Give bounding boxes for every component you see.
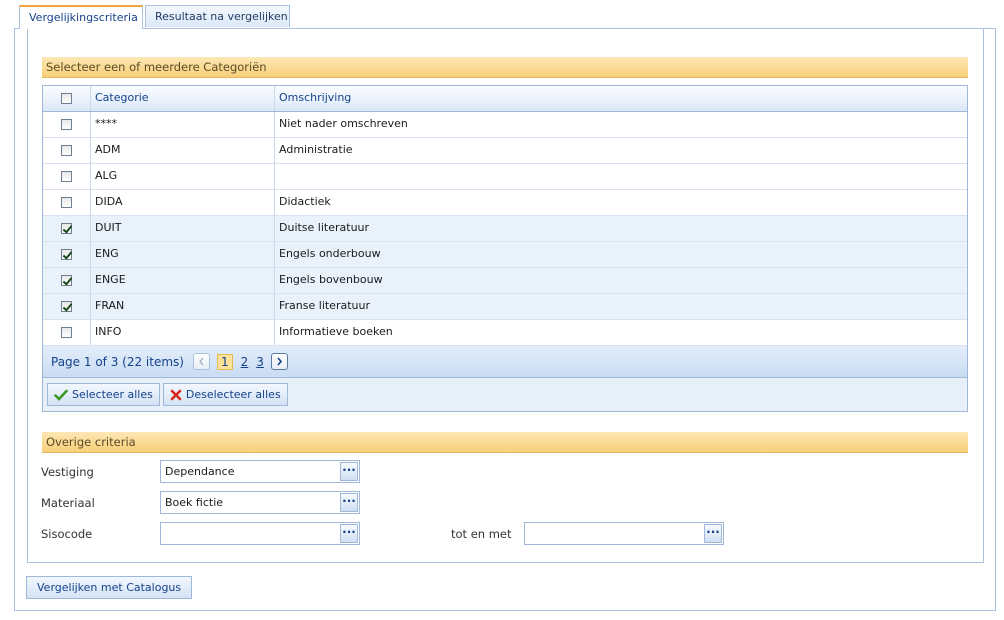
table-row[interactable]: ALG [43, 164, 967, 190]
row-checkbox[interactable] [61, 275, 72, 286]
category-code: ENGE [91, 268, 275, 293]
select-all-button[interactable]: Selecteer alles [47, 383, 160, 406]
tab-vergelijkingscriteria[interactable]: Vergelijkingscriteria [19, 5, 143, 29]
categories-section-header: Selecteer een of meerdere Categoriën [42, 57, 968, 78]
row-checkbox[interactable] [61, 249, 72, 260]
vestiging-value: Dependance [165, 465, 235, 478]
row-checkbox[interactable] [61, 301, 72, 312]
category-code: ENG [91, 242, 275, 267]
category-description: Administratie [279, 143, 353, 156]
chevron-left-icon [199, 357, 204, 366]
vestiging-label: Vestiging [41, 465, 94, 479]
pager-next-button[interactable] [270, 353, 288, 370]
vestiging-combo[interactable]: Dependance ... [160, 460, 360, 483]
sisocode-from-combo[interactable]: ... [160, 522, 360, 545]
category-code: ADM [91, 138, 275, 163]
deselect-all-button[interactable]: Deselecteer alles [162, 383, 288, 406]
category-description: Franse literatuur [279, 299, 370, 312]
category-code: FRAN [91, 294, 275, 319]
pager-page-3[interactable]: 3 [256, 355, 264, 369]
tot-en-met-label: tot en met [451, 527, 512, 541]
table-row[interactable]: ENG Engels onderbouw [43, 242, 967, 268]
row-checkbox[interactable] [61, 119, 72, 130]
row-checkbox[interactable] [61, 171, 72, 182]
row-checkbox[interactable] [61, 197, 72, 208]
column-header-omschrijving[interactable]: Omschrijving [275, 86, 967, 111]
row-checkbox[interactable] [61, 145, 72, 156]
row-checkbox[interactable] [61, 223, 72, 234]
category-code: INFO [91, 320, 275, 345]
deselect-all-label: Deselecteer alles [185, 388, 281, 401]
vestiging-ellipsis-button[interactable]: ... [340, 461, 358, 481]
materiaal-label: Materiaal [41, 496, 95, 510]
pager-summary: Page 1 of 3 (22 items) [51, 354, 184, 369]
materiaal-ellipsis-button[interactable]: ... [340, 492, 358, 512]
other-criteria-header: Overige criteria [42, 432, 968, 453]
category-code: ALG [91, 164, 275, 189]
category-code: DUIT [91, 216, 275, 241]
pager-prev-button[interactable] [192, 353, 210, 370]
row-checkbox[interactable] [61, 327, 72, 338]
category-description: Engels bovenbouw [279, 273, 383, 286]
compare-catalog-button[interactable]: Vergelijken met Catalogus [26, 576, 193, 599]
category-description: Informatieve boeken [279, 325, 393, 338]
category-description [275, 164, 967, 189]
categories-grid: Categorie Omschrijving **** Niet nader om… [42, 85, 968, 412]
category-code: DIDA [91, 190, 275, 215]
category-description: Engels onderbouw [279, 247, 381, 260]
table-row[interactable]: **** Niet nader omschreven [43, 112, 967, 138]
table-row[interactable]: ENGE Engels bovenbouw [43, 268, 967, 294]
pager-page-2[interactable]: 2 [241, 355, 249, 369]
grid-toolbar: Selecteer alles Deselecteer alles [43, 378, 967, 411]
category-description: Niet nader omschreven [279, 117, 408, 130]
table-row[interactable]: ADM Administratie [43, 138, 967, 164]
table-row[interactable]: DIDA Didactiek [43, 190, 967, 216]
materiaal-value: Boek fictie [165, 496, 224, 509]
materiaal-combo[interactable]: Boek fictie ... [160, 491, 360, 514]
grid-header: Categorie Omschrijving [43, 86, 967, 112]
select-all-checkbox[interactable] [61, 93, 72, 104]
chevron-right-icon [277, 357, 282, 366]
sisocode-label: Sisocode [41, 527, 93, 541]
cross-icon [170, 389, 182, 400]
table-row[interactable]: INFO Informatieve boeken [43, 320, 967, 346]
sisocode-to-ellipsis-button[interactable]: ... [704, 523, 722, 543]
pager: Page 1 of 3 (22 items) 1 2 3 [43, 346, 967, 378]
category-description: Duitse literatuur [279, 221, 370, 234]
pager-page-1[interactable]: 1 [216, 353, 233, 370]
column-header-categorie[interactable]: Categorie [91, 86, 275, 111]
sisocode-from-ellipsis-button[interactable]: ... [340, 523, 358, 543]
table-row[interactable]: DUIT Duitse literatuur [43, 216, 967, 242]
sisocode-to-combo[interactable]: ... [524, 522, 724, 545]
category-description: Didactiek [279, 195, 331, 208]
select-all-label: Selecteer alles [72, 388, 153, 401]
checkmark-icon [54, 389, 68, 401]
category-code: **** [91, 112, 275, 137]
table-row[interactable]: FRAN Franse literatuur [43, 294, 967, 320]
tab-resultaat[interactable]: Resultaat na vergelijken [145, 5, 290, 27]
